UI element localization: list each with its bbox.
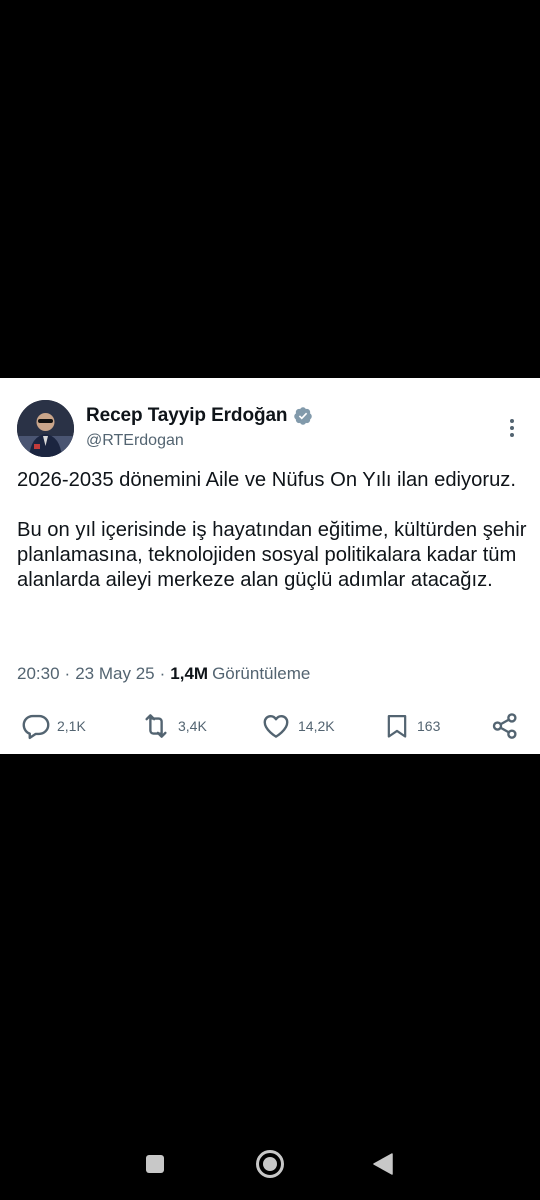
tweet-date[interactable]: 23 May 25 (75, 664, 154, 684)
system-navigation-bar (0, 1130, 540, 1200)
tweet-time[interactable]: 20:30 (17, 664, 60, 684)
tweet-actions: 2,1K 3,4K 14,2K 163 (0, 708, 540, 744)
more-options-button[interactable] (500, 416, 524, 440)
retweet-button[interactable]: 3,4K (140, 708, 207, 744)
reply-button[interactable]: 2,1K (21, 708, 86, 744)
like-button[interactable]: 14,2K (260, 708, 335, 744)
views-label[interactable]: Görüntüleme (208, 664, 310, 684)
heart-icon (263, 714, 289, 738)
bookmark-icon (387, 714, 407, 738)
avatar[interactable] (17, 400, 74, 457)
retweet-count: 3,4K (178, 718, 207, 734)
meta-separator: · (64, 664, 71, 683)
bookmark-button[interactable]: 163 (383, 708, 440, 744)
author-display-name[interactable]: Recep Tayyip Erdoğan (86, 405, 288, 427)
like-count: 14,2K (298, 718, 335, 734)
bookmark-count: 163 (417, 718, 441, 734)
tweet-meta: 20:30 · 23 May 25 · 1,4M Görüntüleme (17, 664, 310, 684)
screen: Recep Tayyip Erdoğan @RTErdogan 2026-203… (0, 0, 540, 1200)
views-count[interactable]: 1,4M (170, 664, 208, 684)
verified-badge-icon (293, 406, 313, 426)
home-icon (256, 1150, 284, 1178)
author-name-row[interactable]: Recep Tayyip Erdoğan (86, 405, 313, 427)
more-vertical-icon (510, 419, 514, 437)
meta-separator: · (159, 664, 166, 683)
profile-photo-icon (17, 400, 74, 457)
share-button[interactable] (490, 708, 520, 744)
author-handle[interactable]: @RTErdogan (86, 432, 184, 450)
recent-apps-button[interactable] (145, 1154, 165, 1179)
tweet-card[interactable]: Recep Tayyip Erdoğan @RTErdogan 2026-203… (0, 378, 540, 754)
home-button[interactable] (255, 1149, 285, 1184)
back-button[interactable] (372, 1152, 394, 1181)
reply-icon (22, 714, 50, 740)
back-icon (373, 1153, 393, 1175)
retweet-icon (145, 714, 167, 738)
recent-apps-icon (146, 1155, 164, 1173)
share-icon (492, 713, 517, 739)
tweet-text: 2026-2035 dönemini Aile ve Nüfus On Yılı… (17, 469, 527, 591)
reply-count: 2,1K (57, 718, 86, 734)
